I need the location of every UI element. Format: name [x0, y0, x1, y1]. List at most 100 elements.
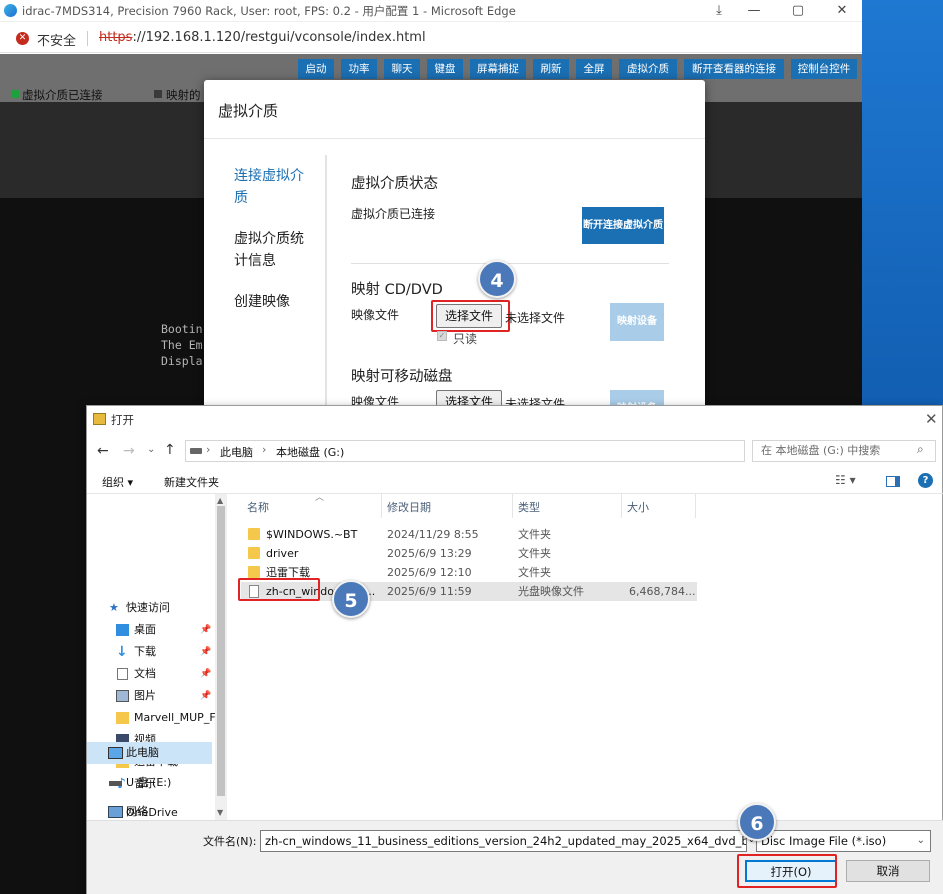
help-icon[interactable]: ? [918, 473, 933, 488]
close-window-button[interactable]: ✕ [831, 2, 853, 20]
cd-image-file-label: 映像文件 [351, 308, 400, 322]
column-name[interactable]: 名称 [247, 499, 269, 515]
folder-icon [248, 547, 260, 559]
column-size[interactable]: 大小 [627, 499, 649, 515]
edge-logo-icon [4, 4, 17, 17]
readonly-label: 只读 [453, 332, 478, 346]
file-row[interactable]: $WINDOWS.~BT 2024/11/29 8:55 文件夹 [241, 525, 697, 544]
search-icon[interactable]: ⌕ [917, 442, 924, 457]
drive-icon [190, 448, 202, 454]
column-separator [695, 494, 696, 518]
nav-pictures-label: 图片 [134, 689, 156, 702]
download-icon[interactable]: ⤓ [708, 2, 730, 20]
nav-usb-drive[interactable]: U 盘 (E:) [87, 772, 212, 794]
dialog-command-bar: 组织 ▾ 新建文件夹 ☷ ▾ ? [87, 468, 943, 494]
breadcrumb-local-disk[interactable]: 本地磁盘 (G:) [276, 444, 344, 460]
url-text[interactable]: https://192.168.1.120/restgui/vconsole/i… [99, 30, 426, 45]
folder-icon [248, 528, 260, 540]
mapped-status-icon [154, 90, 162, 98]
toolbar-power-button[interactable]: 功率 [341, 59, 377, 79]
toolbar-refresh-button[interactable]: 刷新 [533, 59, 569, 79]
up-arrow-icon[interactable]: ↑ [164, 442, 176, 458]
nav-downloads[interactable]: ↓ 下载 📌 [87, 641, 212, 663]
readonly-checkbox[interactable]: ✓ [437, 331, 447, 341]
toolbar-disconnect-viewer-button[interactable]: 断开查看器的连接 [684, 59, 784, 79]
pin-icon: 📌 [200, 669, 212, 679]
file-list: ︿ 名称 修改日期 类型 大小 $WINDOWS.~BT 2024/11/29 … [235, 493, 943, 820]
filetype-value: Disc Image File (*.iso) [761, 834, 887, 848]
toolbar-chat-button[interactable]: 聊天 [384, 59, 420, 79]
file-type: 文件夹 [518, 547, 551, 560]
forward-arrow-icon[interactable]: → [123, 443, 135, 459]
section-divider [351, 263, 669, 264]
preview-pane-icon[interactable] [886, 476, 900, 487]
cancel-button[interactable]: 取消 [846, 860, 930, 882]
disconnect-virtual-media-button[interactable]: 断开连接虚拟介质 [582, 207, 664, 244]
modal-title: 虚拟介质 [218, 102, 279, 120]
recent-locations-chevron-icon[interactable]: ⌄ [147, 444, 155, 455]
nav-desktop[interactable]: 桌面 📌 [87, 619, 212, 641]
window-title: idrac-7MDS314, Precision 7960 Rack, User… [22, 4, 516, 18]
breadcrumb-this-pc[interactable]: 此电脑 [220, 444, 253, 460]
nav-pane-scrollbar[interactable]: ▲ ▼ [215, 494, 227, 820]
dialog-title: 打开 [111, 413, 134, 427]
file-type: 文件夹 [518, 528, 551, 541]
address-bar[interactable]: ✕ 不安全 https://192.168.1.120/restgui/vcon… [0, 23, 862, 53]
nav-documents-label: 文档 [134, 667, 156, 680]
file-name: driver [266, 547, 299, 560]
pictures-icon [116, 690, 129, 702]
toolbar-virtual-media-button[interactable]: 虚拟介质 [619, 59, 677, 79]
minimize-button[interactable]: — [743, 2, 765, 20]
breadcrumb[interactable]: › 此电脑 › 本地磁盘 (G:) ⌄ ↻ [185, 440, 836, 462]
cd-dvd-heading: 映射 CD/DVD [351, 282, 443, 298]
nav-connect-virtual-media[interactable]: 连接虚拟介质 [234, 165, 316, 209]
organize-menu[interactable]: 组织 ▾ [102, 474, 133, 490]
filename-label: 文件名(N): [203, 835, 257, 848]
file-type: 文件夹 [518, 566, 551, 579]
nav-virtual-media-stats[interactable]: 虚拟介质统计信息 [234, 228, 316, 272]
column-separator [381, 494, 382, 518]
toolbar-fullscreen-button[interactable]: 全屏 [576, 59, 612, 79]
file-row[interactable]: driver 2025/6/9 13:29 文件夹 [241, 544, 697, 563]
nav-this-pc[interactable]: 此电脑 [87, 742, 212, 764]
column-type[interactable]: 类型 [518, 499, 540, 515]
scroll-down-icon[interactable]: ▼ [217, 808, 223, 817]
toolbar-screen-capture-button[interactable]: 屏幕捕捉 [470, 59, 526, 79]
virtual-media-modal: 虚拟介质 连接虚拟介质 虚拟介质统计信息 创建映像 虚拟介质状态 虚拟介质已连接… [204, 80, 705, 410]
column-separator [512, 494, 513, 518]
step-5-badge: 5 [332, 580, 370, 618]
nav-quick-access[interactable]: ★ 快速访问 [87, 597, 212, 619]
map-device-button[interactable]: 映射设备 [610, 303, 664, 341]
open-file-dialog: 打开 ✕ ← → ⌄ ↑ › 此电脑 › 本地磁盘 (G:) ⌄ ↻ 在 本地磁… [86, 405, 943, 894]
toolbar-keyboard-button[interactable]: 键盘 [427, 59, 463, 79]
url-path: ://192.168.1.120/restgui/vconsole/index.… [132, 30, 426, 45]
new-folder-button[interactable]: 新建文件夹 [164, 474, 219, 490]
url-scheme: https [99, 30, 133, 45]
nav-pictures[interactable]: 图片 📌 [87, 685, 212, 707]
back-arrow-icon[interactable]: ← [97, 443, 109, 459]
highlight-choose-file [431, 300, 510, 332]
dialog-close-icon[interactable]: ✕ [925, 410, 938, 428]
scroll-thumb[interactable] [217, 506, 225, 796]
pin-icon: 📌 [200, 625, 212, 635]
nav-documents[interactable]: 文档 📌 [87, 663, 212, 685]
scroll-up-icon[interactable]: ▲ [217, 496, 223, 505]
file-date: 2024/11/29 8:55 [387, 528, 479, 541]
maximize-button[interactable]: ▢ [787, 2, 809, 20]
insecure-warning-icon[interactable]: ✕ [16, 32, 29, 45]
insecure-label[interactable]: 不安全 [37, 30, 76, 49]
nav-marvell-folder[interactable]: Marvell_MUP_F [87, 707, 216, 729]
filename-input[interactable]: zh-cn_windows_11_business_editions_versi… [260, 830, 747, 852]
nav-create-image[interactable]: 创建映像 [234, 291, 316, 313]
search-input[interactable]: 在 本地磁盘 (G:) 中搜索 [752, 440, 936, 462]
column-date[interactable]: 修改日期 [387, 499, 431, 515]
file-date: 2025/6/9 13:29 [387, 547, 472, 560]
dialog-bottom-bar: 文件名(N): zh-cn_windows_11_business_editio… [87, 803, 943, 894]
map-device-label: 映射设备 [617, 316, 657, 327]
dialog-folder-icon [93, 413, 106, 425]
filetype-select[interactable]: Disc Image File (*.iso) ⌄ [756, 830, 931, 852]
view-options-icon[interactable]: ☷ ▾ [835, 473, 856, 487]
toolbar-launch-button[interactable]: 启动 [298, 59, 334, 79]
nav-marvell-label: Marvell_MUP_F [134, 711, 216, 724]
toolbar-console-controls-button[interactable]: 控制台控件 [791, 59, 857, 79]
